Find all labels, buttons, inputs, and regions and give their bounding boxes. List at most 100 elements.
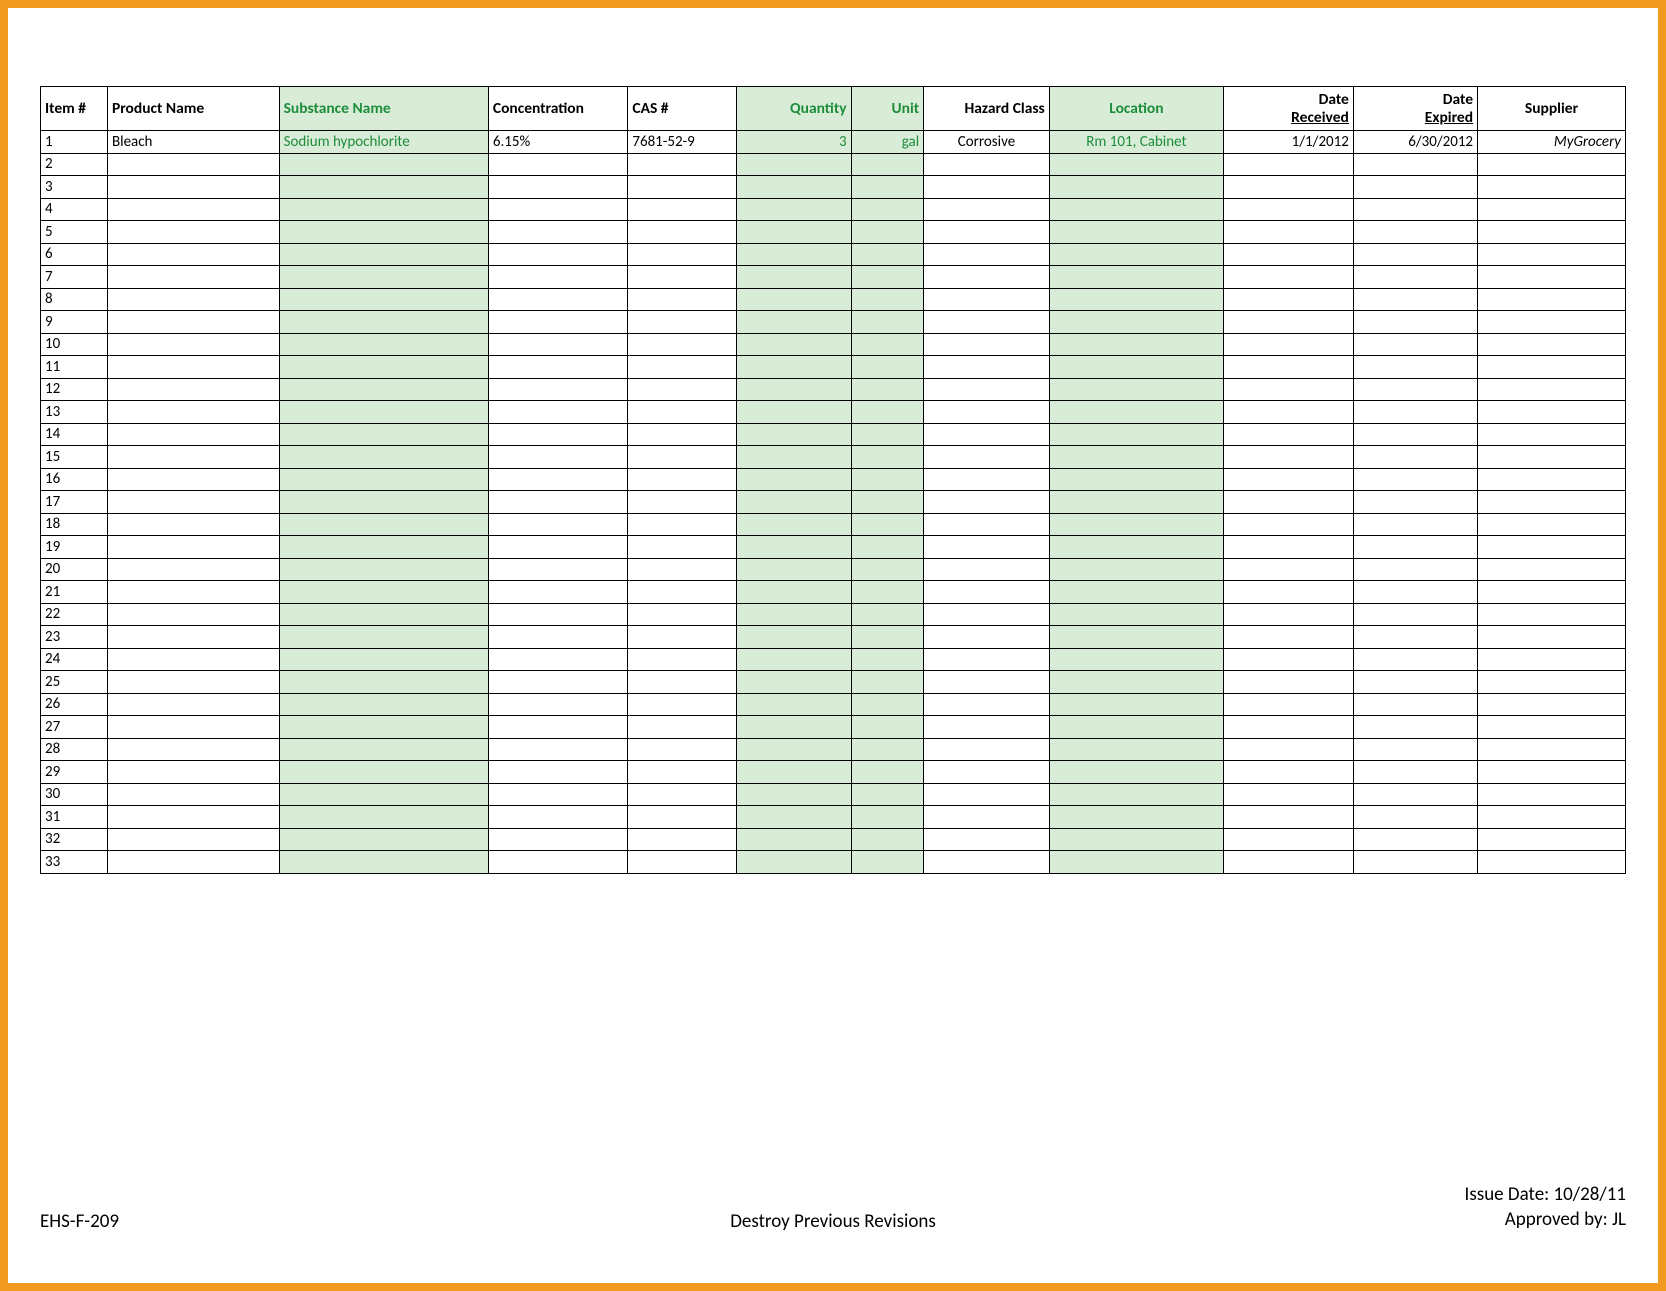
cell-item[interactable]: 20: [41, 558, 108, 581]
cell-concentration[interactable]: [488, 558, 628, 581]
cell-cas[interactable]: [628, 716, 737, 739]
cell-concentration[interactable]: [488, 378, 628, 401]
cell-hazard[interactable]: [924, 603, 1050, 626]
cell-quantity[interactable]: [737, 581, 851, 604]
cell-concentration[interactable]: [488, 288, 628, 311]
cell-hazard[interactable]: [924, 671, 1050, 694]
cell-unit[interactable]: [851, 536, 924, 559]
cell-substance[interactable]: [279, 558, 488, 581]
cell-location[interactable]: [1049, 333, 1223, 356]
cell-product[interactable]: [107, 266, 279, 289]
cell-concentration[interactable]: [488, 356, 628, 379]
cell-date_received[interactable]: [1224, 198, 1354, 221]
cell-item[interactable]: 6: [41, 243, 108, 266]
cell-quantity[interactable]: [737, 266, 851, 289]
cell-product[interactable]: [107, 288, 279, 311]
cell-unit[interactable]: [851, 851, 924, 874]
cell-concentration[interactable]: [488, 671, 628, 694]
cell-quantity[interactable]: [737, 243, 851, 266]
cell-cas[interactable]: [628, 558, 737, 581]
cell-item[interactable]: 18: [41, 513, 108, 536]
cell-quantity[interactable]: [737, 693, 851, 716]
cell-supplier[interactable]: [1478, 468, 1626, 491]
cell-date_expired[interactable]: [1353, 198, 1477, 221]
cell-date_expired[interactable]: [1353, 648, 1477, 671]
cell-quantity[interactable]: [737, 333, 851, 356]
cell-cas[interactable]: [628, 603, 737, 626]
cell-supplier[interactable]: [1478, 378, 1626, 401]
cell-product[interactable]: [107, 828, 279, 851]
cell-quantity[interactable]: [737, 806, 851, 829]
cell-product[interactable]: [107, 446, 279, 469]
cell-substance[interactable]: [279, 153, 488, 176]
cell-unit[interactable]: [851, 311, 924, 334]
cell-item[interactable]: 22: [41, 603, 108, 626]
cell-hazard[interactable]: [924, 423, 1050, 446]
cell-supplier[interactable]: [1478, 536, 1626, 559]
cell-hazard[interactable]: [924, 176, 1050, 199]
cell-product[interactable]: [107, 513, 279, 536]
cell-supplier[interactable]: [1478, 671, 1626, 694]
cell-location[interactable]: [1049, 761, 1223, 784]
cell-substance[interactable]: [279, 648, 488, 671]
cell-item[interactable]: 17: [41, 491, 108, 514]
cell-cas[interactable]: [628, 491, 737, 514]
cell-unit[interactable]: [851, 153, 924, 176]
cell-cas[interactable]: [628, 423, 737, 446]
cell-concentration[interactable]: [488, 333, 628, 356]
cell-item[interactable]: 16: [41, 468, 108, 491]
cell-unit[interactable]: [851, 716, 924, 739]
cell-hazard[interactable]: [924, 761, 1050, 784]
cell-cas[interactable]: [628, 356, 737, 379]
cell-supplier[interactable]: [1478, 783, 1626, 806]
cell-date_expired[interactable]: [1353, 693, 1477, 716]
cell-cas[interactable]: [628, 671, 737, 694]
cell-substance[interactable]: [279, 783, 488, 806]
cell-date_expired[interactable]: [1353, 738, 1477, 761]
cell-item[interactable]: 25: [41, 671, 108, 694]
cell-concentration[interactable]: [488, 176, 628, 199]
cell-date_received[interactable]: [1224, 513, 1354, 536]
cell-product[interactable]: [107, 603, 279, 626]
cell-unit[interactable]: [851, 558, 924, 581]
cell-hazard[interactable]: [924, 333, 1050, 356]
cell-concentration[interactable]: [488, 828, 628, 851]
cell-substance[interactable]: [279, 378, 488, 401]
cell-hazard[interactable]: [924, 783, 1050, 806]
cell-substance[interactable]: [279, 693, 488, 716]
cell-product[interactable]: [107, 626, 279, 649]
cell-hazard[interactable]: [924, 401, 1050, 424]
cell-hazard[interactable]: [924, 311, 1050, 334]
cell-date_expired[interactable]: [1353, 378, 1477, 401]
cell-product[interactable]: [107, 671, 279, 694]
cell-substance[interactable]: [279, 356, 488, 379]
cell-concentration[interactable]: 6.15%: [488, 131, 628, 154]
cell-hazard[interactable]: [924, 626, 1050, 649]
cell-location[interactable]: [1049, 536, 1223, 559]
cell-supplier[interactable]: [1478, 198, 1626, 221]
cell-location[interactable]: [1049, 738, 1223, 761]
cell-date_received[interactable]: [1224, 671, 1354, 694]
cell-date_expired[interactable]: [1353, 761, 1477, 784]
cell-cas[interactable]: [628, 333, 737, 356]
cell-date_received[interactable]: [1224, 221, 1354, 244]
cell-item[interactable]: 26: [41, 693, 108, 716]
cell-cas[interactable]: [628, 243, 737, 266]
cell-supplier[interactable]: [1478, 153, 1626, 176]
cell-supplier[interactable]: MyGrocery: [1478, 131, 1626, 154]
cell-substance[interactable]: [279, 581, 488, 604]
cell-concentration[interactable]: [488, 581, 628, 604]
cell-date_received[interactable]: [1224, 761, 1354, 784]
cell-location[interactable]: [1049, 716, 1223, 739]
cell-concentration[interactable]: [488, 221, 628, 244]
cell-unit[interactable]: [851, 423, 924, 446]
cell-item[interactable]: 7: [41, 266, 108, 289]
cell-product[interactable]: [107, 536, 279, 559]
cell-cas[interactable]: [628, 693, 737, 716]
cell-substance[interactable]: [279, 716, 488, 739]
cell-supplier[interactable]: [1478, 648, 1626, 671]
cell-quantity[interactable]: [737, 446, 851, 469]
cell-hazard[interactable]: [924, 198, 1050, 221]
cell-quantity[interactable]: [737, 671, 851, 694]
cell-hazard[interactable]: [924, 581, 1050, 604]
